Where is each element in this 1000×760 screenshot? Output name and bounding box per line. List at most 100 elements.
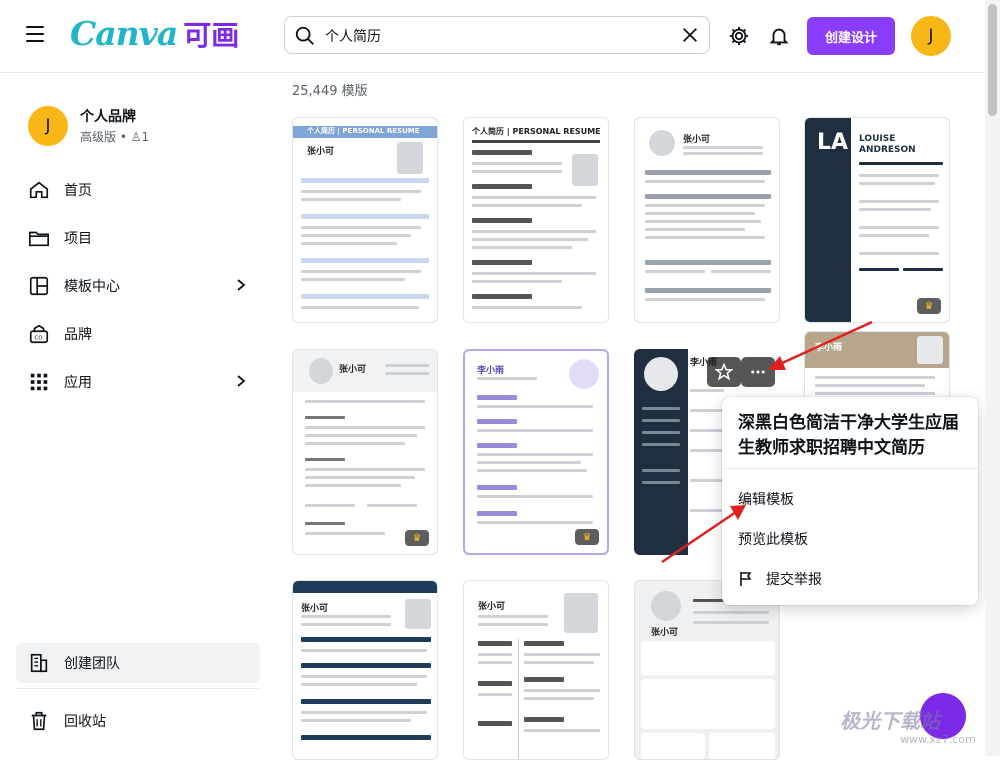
watermark: 极光下载站 [840,709,940,733]
template-icon [29,276,49,296]
template-card[interactable]: 张小可 [463,580,609,760]
card-line [472,230,596,233]
card-photo [651,591,681,621]
card-title: LOUISE ANDRESON [859,134,916,155]
trash-icon [31,711,47,731]
card-line [859,268,899,271]
create-design-button[interactable]: 创建设计 [807,17,895,55]
card-photo [572,154,598,186]
card-line [859,226,939,229]
trash-button[interactable]: 回收站 [28,701,106,741]
card-line [301,675,427,678]
card-line [472,306,582,309]
card-section [477,485,517,490]
card-line [301,649,427,652]
brand-name[interactable]: 个人品牌 [80,106,136,126]
card-line [472,170,562,173]
search-box[interactable] [284,16,710,54]
card-person: 李小雨 [477,366,505,376]
template-card[interactable]: 张小可 [634,580,780,760]
gear-icon[interactable] [728,25,750,47]
card-section [301,178,429,183]
card-divider [518,639,519,759]
scrollbar-thumb[interactable] [988,4,997,116]
card-section [524,641,564,646]
card-section [478,681,512,686]
card-section [301,258,429,263]
clear-icon[interactable] [681,26,699,44]
bell-icon[interactable] [768,25,790,47]
card-line [472,272,596,275]
card-person: 张小可 [307,147,335,157]
card-line [301,615,391,618]
card-line [472,246,572,249]
card-section [645,170,771,175]
card-line [859,252,939,255]
brand-plan: 高级版 • ♙1 [80,130,150,144]
sidebar-item-label: 首页 [64,183,92,199]
menu-icon[interactable] [26,26,44,44]
card-line [301,198,401,201]
sidebar-item-apps[interactable]: 应用 [28,362,258,402]
annotation-arrows [661,320,873,564]
scrollbar[interactable] [985,0,1000,756]
card-line [301,226,421,229]
card-section [301,699,431,704]
canva-logo[interactable]: Canva 可画 [70,14,239,54]
template-card[interactable]: 个人简历 | PERSONAL RESUME [463,117,609,323]
card-line [472,238,588,241]
card-line [301,242,397,245]
premium-crown-icon: ♛ [917,298,941,314]
trash-label: 回收站 [64,714,106,730]
card-line [472,280,562,283]
card-person: 张小可 [301,604,329,614]
card-monogram: LA [817,130,849,155]
chevron-right-icon[interactable] [234,374,248,388]
template-card[interactable]: 个人简历 | PERSONAL RESUME 张小可 [292,117,438,323]
card-line [478,623,548,626]
sidebar-item-templates[interactable]: 模板中心 [28,266,258,306]
card-line [301,270,421,273]
card-line [305,400,425,403]
sidebar-item-projects[interactable]: 项目 [28,218,258,258]
card-line [301,306,419,309]
template-card[interactable]: 张小可 [292,580,438,760]
search-input[interactable] [323,24,667,48]
avatar[interactable]: J [911,16,951,56]
card-line [645,204,765,207]
template-card[interactable]: 张小可 [634,117,780,323]
card-line [305,458,345,461]
card-line [524,689,600,692]
sidebar: J 个人品牌 高级版 • ♙1 首页 项目 模板中心 CO 品牌 应用 创建团队… [0,72,276,756]
team-icon [30,653,48,673]
sidebar-item-brand[interactable]: CO 品牌 [28,314,258,354]
sidebar-item-home[interactable]: 首页 [28,170,258,210]
watermark-url: www.xz7.com [900,733,976,746]
create-team-button[interactable]: 创建团队 [16,643,260,683]
card-section [472,294,532,299]
card-line [477,521,593,524]
card-section [477,443,517,448]
brand-avatar[interactable]: J [28,106,68,146]
card-block [641,679,775,729]
premium-crown-icon: ♛ [405,530,429,546]
template-card[interactable]: 李小雨 ♛ [463,349,609,555]
card-line [305,504,355,507]
card-line [385,372,429,375]
card-block [641,641,775,675]
card-line [711,270,771,273]
card-block [641,733,705,759]
card-line [645,228,745,231]
card-section [477,395,517,400]
chevron-right-icon[interactable] [234,278,248,292]
template-card[interactable]: 张小可 ♛ [292,349,438,555]
card-line [305,434,417,437]
card-line [477,453,593,456]
template-card[interactable]: LA LOUISE ANDRESON ♛ [804,117,950,323]
card-line [693,621,769,624]
card-section [645,260,771,265]
premium-crown-icon: ♛ [575,529,599,545]
card-section [645,194,771,199]
card-line [645,270,705,273]
card-line [305,416,345,419]
